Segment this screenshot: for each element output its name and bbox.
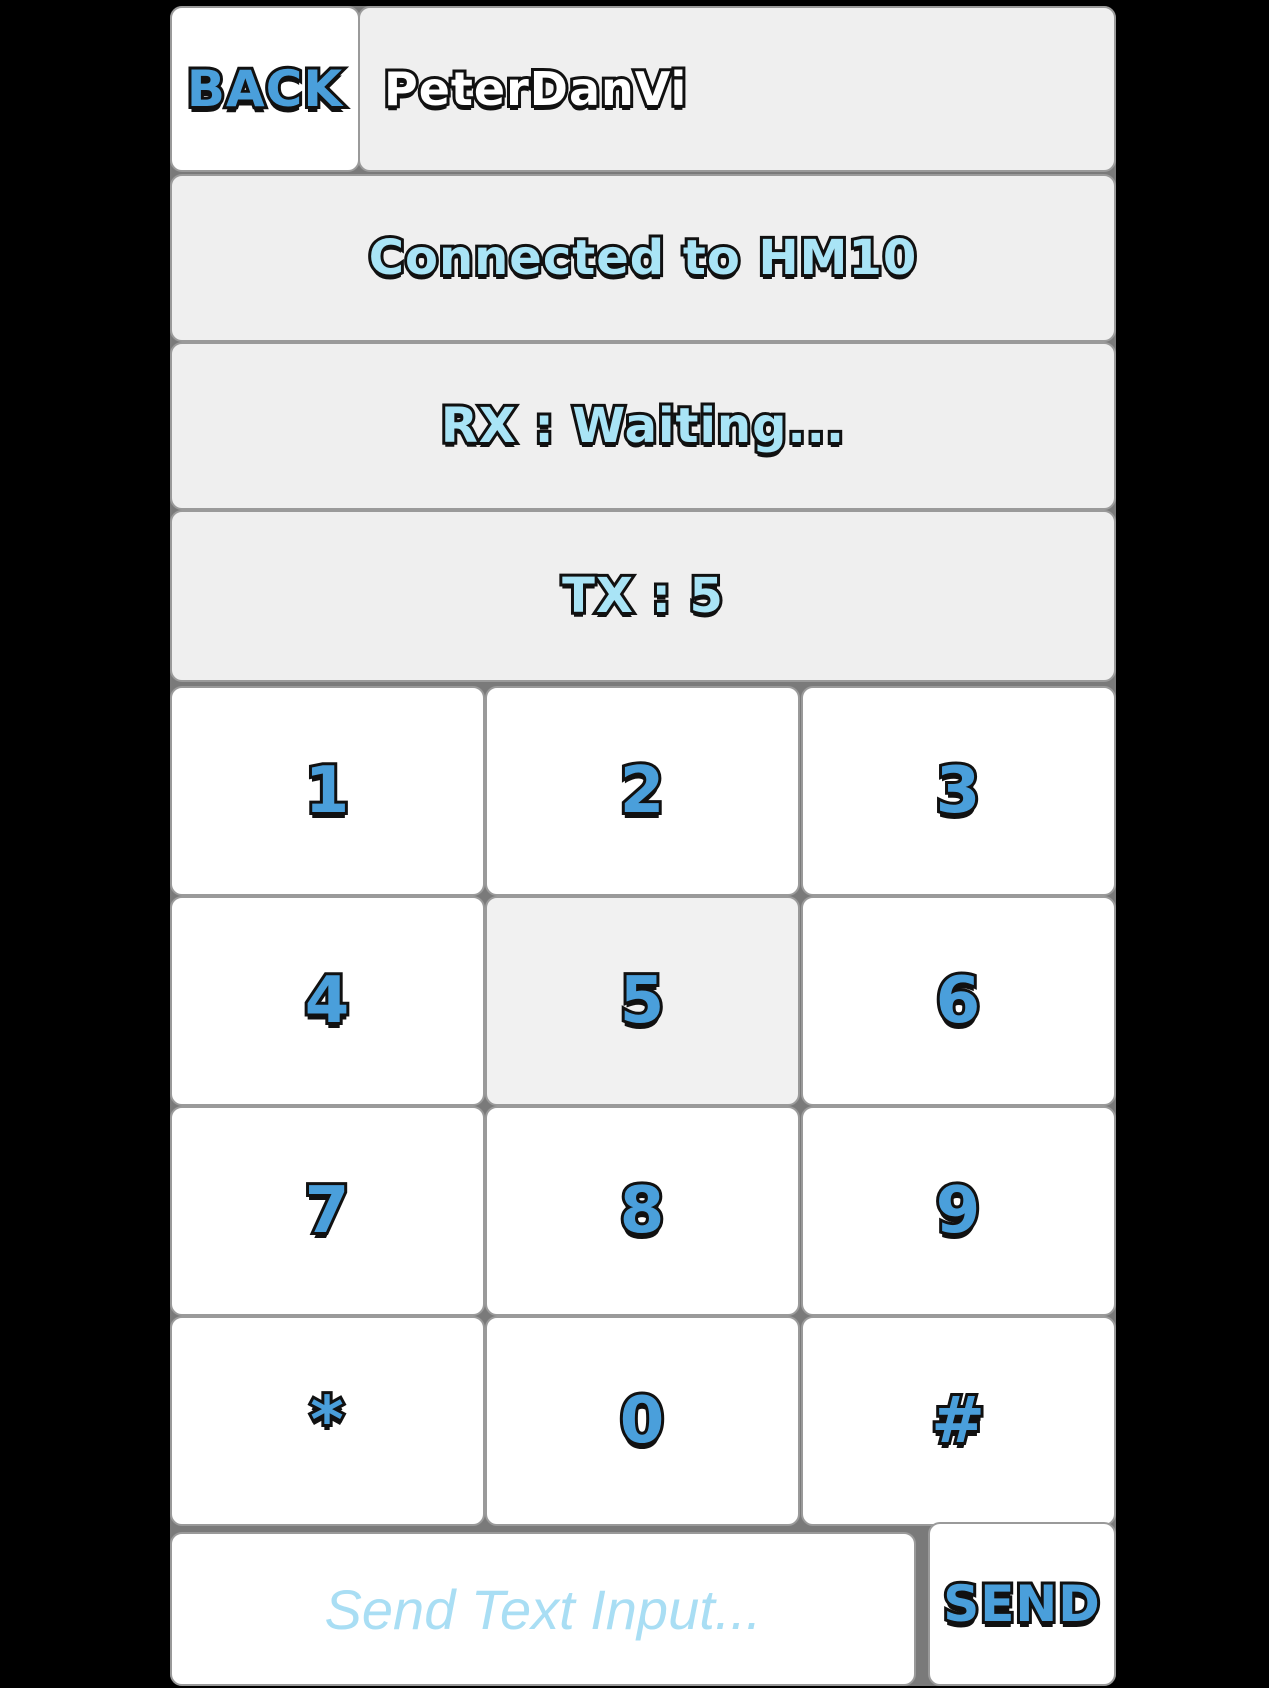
key-label: 7 [302, 1171, 352, 1251]
key-label: 2 [617, 751, 667, 831]
tx-status: TX : 5 [559, 565, 726, 627]
send-button-label: SEND [940, 1572, 1103, 1636]
key-4[interactable]: 4 [170, 896, 485, 1106]
key-7[interactable]: 7 [170, 1106, 485, 1316]
key-9[interactable]: 9 [801, 1106, 1116, 1316]
key-label: 3 [933, 751, 983, 831]
key-1[interactable]: 1 [170, 686, 485, 896]
connection-status-panel: Connected to HM10 [170, 174, 1116, 342]
key-label: * [307, 1381, 347, 1461]
key-label: 1 [302, 751, 352, 831]
key-2[interactable]: 2 [485, 686, 800, 896]
key-5[interactable]: 5 [485, 896, 800, 1106]
rx-panel: RX : Waiting... [170, 342, 1116, 510]
key-0[interactable]: 0 [485, 1316, 800, 1526]
key-label: # [928, 1381, 988, 1461]
device-name: PeterDanVi [381, 59, 689, 119]
key-label: 8 [617, 1171, 667, 1251]
key-8[interactable]: 8 [485, 1106, 800, 1316]
key-label: 9 [933, 1171, 983, 1251]
key-label: 5 [617, 961, 667, 1041]
device-name-bar: PeterDanVi [358, 6, 1116, 172]
connection-status: Connected to HM10 [366, 227, 919, 289]
key-3[interactable]: 3 [801, 686, 1116, 896]
send-button[interactable]: SEND [928, 1522, 1116, 1686]
key-star[interactable]: * [170, 1316, 485, 1526]
key-6[interactable]: 6 [801, 896, 1116, 1106]
back-button-label: BACK [184, 57, 345, 121]
key-hash[interactable]: # [801, 1316, 1116, 1526]
send-text-input[interactable] [170, 1532, 916, 1686]
bluetooth-terminal-app: BACK PeterDanVi Connected to HM10 RX : W… [170, 6, 1116, 1686]
key-label: 6 [933, 961, 983, 1041]
key-label: 4 [302, 961, 352, 1041]
rx-status: RX : Waiting... [438, 395, 847, 457]
key-label: 0 [617, 1381, 667, 1461]
back-button[interactable]: BACK [170, 6, 360, 172]
tx-panel: TX : 5 [170, 510, 1116, 682]
